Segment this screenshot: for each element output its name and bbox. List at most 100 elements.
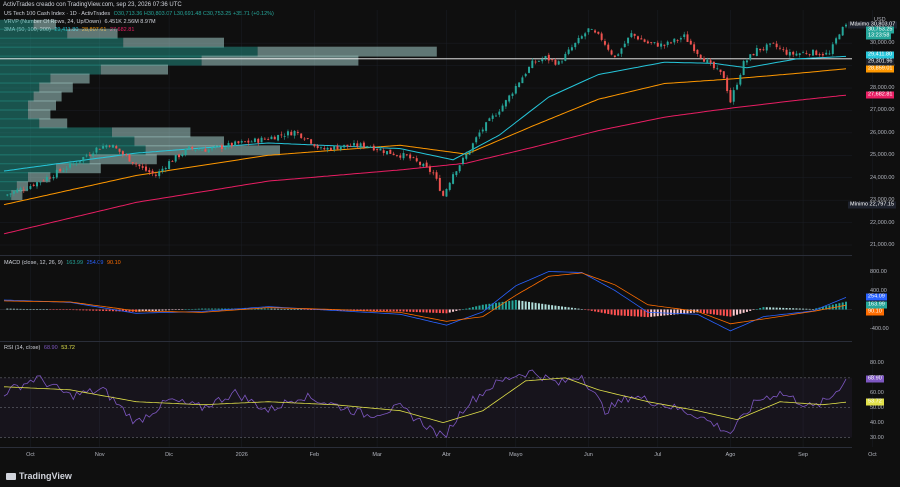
macd-histogram-bar bbox=[518, 300, 521, 310]
price-badge: 163.99 bbox=[866, 301, 887, 309]
vrvp-up-bar bbox=[0, 91, 34, 102]
candle-body bbox=[12, 191, 15, 194]
macd-histogram-bar bbox=[554, 305, 557, 310]
candle-body bbox=[98, 148, 101, 150]
vrvp-up-bar bbox=[0, 118, 40, 129]
macd-histogram-bar bbox=[154, 309, 157, 311]
macd-histogram-bar bbox=[12, 308, 15, 310]
macd-histogram-bar bbox=[204, 308, 207, 310]
macd-histogram-bar bbox=[795, 308, 798, 310]
macd-histogram-bar bbox=[564, 306, 567, 310]
candle-body bbox=[333, 145, 336, 150]
macd-histogram-bar bbox=[570, 307, 573, 310]
price-badge: 53.72 bbox=[866, 398, 884, 406]
candle-body bbox=[349, 145, 352, 147]
macd-histogram-bar bbox=[435, 309, 438, 313]
macd-histogram-bar bbox=[650, 309, 653, 317]
candle-body bbox=[633, 33, 636, 36]
macd-tick-label: 400.00 bbox=[870, 287, 887, 294]
macd-histogram-bar bbox=[613, 309, 616, 316]
vrvp-down-bar bbox=[257, 46, 437, 57]
macd-histogram-bar bbox=[85, 309, 88, 311]
macd-histogram-bar bbox=[772, 307, 775, 310]
macd-histogram-bar bbox=[263, 308, 266, 310]
candle-body bbox=[673, 38, 676, 43]
vrvp-up-bar bbox=[0, 55, 202, 66]
macd-histogram-bar bbox=[168, 309, 171, 311]
chart-canvas[interactable] bbox=[0, 0, 900, 487]
candle-body bbox=[762, 49, 765, 51]
candle-body bbox=[419, 161, 422, 165]
macd-histogram-bar bbox=[98, 309, 101, 311]
macd-histogram-bar bbox=[709, 309, 712, 315]
macd-histogram-bar bbox=[425, 309, 428, 313]
macd-histogram-bar bbox=[769, 307, 772, 310]
candle-body bbox=[220, 145, 223, 150]
candle-body bbox=[458, 165, 461, 172]
candle-body bbox=[280, 134, 283, 136]
macd-histogram-bar bbox=[646, 309, 649, 318]
macd-histogram-bar bbox=[577, 308, 580, 310]
candle-body bbox=[541, 59, 544, 62]
macd-histogram-bar bbox=[504, 301, 507, 310]
candle-body bbox=[845, 24, 847, 27]
candle-body bbox=[438, 178, 441, 191]
candle-body bbox=[316, 145, 319, 148]
price-badge: 90.10 bbox=[866, 308, 884, 316]
macd-histogram-bar bbox=[376, 309, 379, 312]
candle-body bbox=[257, 138, 260, 143]
macd-histogram-bar bbox=[280, 308, 283, 310]
vrvp-up-bar bbox=[0, 37, 124, 48]
candle-body bbox=[171, 161, 174, 162]
candle-body bbox=[518, 82, 521, 88]
macd-histogram-bar bbox=[785, 308, 788, 310]
macd-histogram-bar bbox=[590, 309, 593, 311]
rsi-tick-label: 60.00 bbox=[870, 389, 884, 396]
candle-body bbox=[131, 162, 134, 164]
macd-histogram-bar bbox=[478, 305, 481, 310]
candle-body bbox=[138, 164, 141, 167]
candle-body bbox=[646, 41, 649, 44]
pane-divider[interactable] bbox=[0, 255, 852, 256]
macd-histogram-bar bbox=[802, 308, 805, 310]
candle-body bbox=[597, 31, 600, 34]
price-badge: 254.09 bbox=[866, 293, 887, 301]
macd-tick-label: 800.00 bbox=[870, 268, 887, 275]
candle-body bbox=[475, 137, 478, 143]
candle-body bbox=[362, 142, 365, 148]
candle-body bbox=[115, 146, 118, 149]
candle-body bbox=[544, 56, 547, 59]
vrvp-down-bar bbox=[39, 118, 68, 129]
candle-body bbox=[144, 166, 147, 171]
macd-histogram-bar bbox=[455, 309, 458, 311]
vrvp-up-bar bbox=[0, 28, 68, 39]
macd-histogram-bar bbox=[755, 309, 758, 310]
candle-body bbox=[841, 26, 844, 36]
candle-body bbox=[574, 42, 577, 48]
candle-body bbox=[277, 134, 280, 141]
macd-histogram-bar bbox=[412, 309, 415, 312]
macd-histogram-bar bbox=[739, 309, 742, 314]
vrvp-up-bar bbox=[0, 46, 258, 57]
macd-histogram-bar bbox=[452, 309, 455, 312]
pane-divider[interactable] bbox=[0, 341, 852, 342]
candle-body bbox=[32, 184, 35, 186]
vrvp-down-bar bbox=[39, 82, 73, 93]
time-tick-label: Mar bbox=[372, 452, 382, 458]
candle-body bbox=[181, 154, 184, 157]
candle-body bbox=[78, 161, 81, 163]
candle-body bbox=[267, 138, 270, 140]
macd-histogram-bar bbox=[184, 309, 187, 310]
rsi-tick-label: 30.00 bbox=[870, 434, 884, 441]
candle-body bbox=[603, 41, 606, 45]
candle-body bbox=[587, 28, 590, 33]
candle-body bbox=[306, 138, 309, 139]
macd-histogram-bar bbox=[16, 308, 19, 310]
macd-histogram-bar bbox=[409, 309, 412, 312]
macd-histogram-bar bbox=[277, 308, 280, 310]
vrvp-down-bar bbox=[28, 109, 51, 120]
candle-body bbox=[627, 37, 630, 44]
candle-body bbox=[650, 42, 653, 43]
macd-histogram-bar bbox=[65, 309, 68, 310]
candle-body bbox=[656, 42, 659, 47]
